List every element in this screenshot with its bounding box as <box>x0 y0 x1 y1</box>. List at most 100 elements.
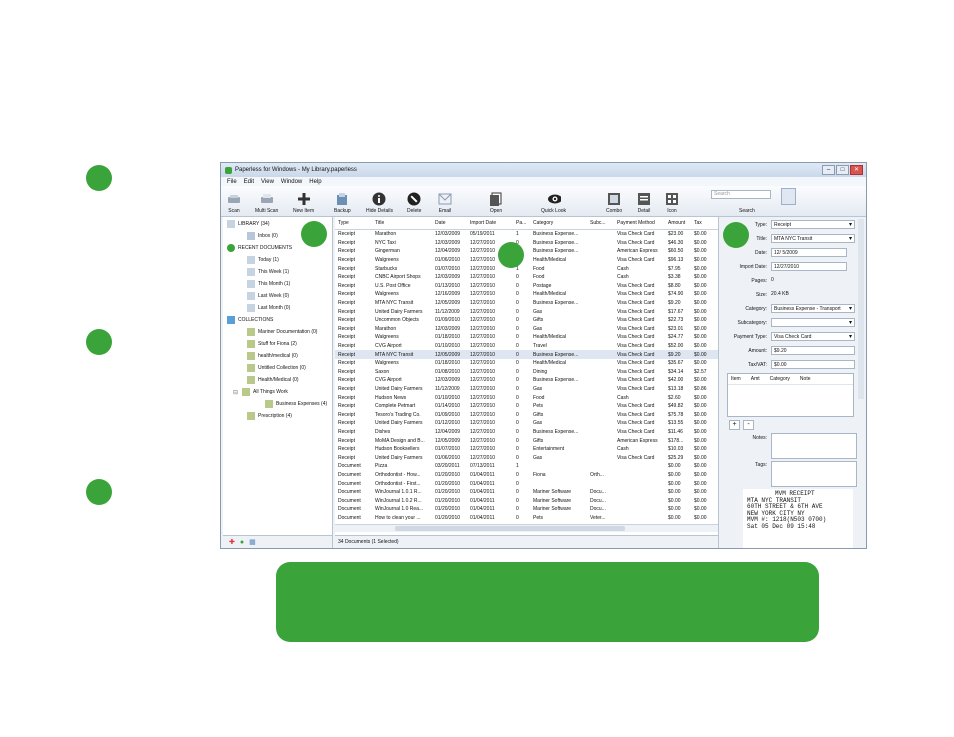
menu-view[interactable]: View <box>261 179 274 185</box>
table-row[interactable]: Document WinJournal 1.0 Rea... 01/20/2010 0… <box>335 505 718 514</box>
sidebar-item-stuff-for-fiona[interactable]: Stuff for Fiona (2) <box>247 340 297 348</box>
table-row[interactable]: Receipt CVG Airport 01/10/2010 12/27/2010 0 T… <box>335 342 718 351</box>
sidebar-library[interactable]: LIBRARY (34) <box>227 220 270 228</box>
sidebar-item-mariner-documentation[interactable]: Mariner Documentation (0) <box>247 328 317 336</box>
payment-type-dropdown[interactable]: Visa Check Card <box>771 332 855 341</box>
table-row[interactable]: Receipt United Dairy Farmers 01/06/2010 12/… <box>335 453 718 462</box>
sidebar-item-health-medical[interactable]: Health/Medical (0) <box>247 376 299 384</box>
column-header[interactable]: Payment Method <box>614 217 665 230</box>
type-dropdown[interactable]: Receipt <box>771 220 855 229</box>
sidebar-item-all-things-work[interactable]: ⊟ All Things Work <box>233 388 288 396</box>
table-row[interactable]: Receipt Walgreens 01/18/2010 12/27/2010 0 Hea… <box>335 333 718 342</box>
column-header[interactable]: Amount <box>665 217 691 230</box>
settings-grid-icon[interactable]: ▦ <box>249 538 256 546</box>
table-row[interactable]: ReceiptGingerman12/04/200912/27/20100Bus… <box>335 247 718 256</box>
sidebar-collections[interactable]: COLLECTIONS <box>227 316 273 324</box>
menu-help[interactable]: Help <box>309 179 321 185</box>
table-row[interactable]: Document Pizza 03/20/2011 07/13/2011 1 $0.00 $… <box>335 462 718 471</box>
icon-view-button[interactable]: Icon <box>665 192 679 216</box>
table-row[interactable]: ReceiptNYC Taxi12/03/200912/27/20100Busi… <box>335 239 718 248</box>
sidebar-item-today[interactable]: Today (1) <box>247 256 279 264</box>
table-row[interactable]: Document How to clean your ... 01/20/2010 0… <box>335 514 718 523</box>
multi-scan-button[interactable]: Multi Scan <box>255 192 278 216</box>
column-header[interactable]: Date <box>432 217 467 230</box>
amount-field[interactable]: $9.20 <box>771 346 855 355</box>
table-row[interactable]: Receipt Walgreens 12/16/2009 12/27/2010 0 Hea… <box>335 290 718 299</box>
table-row[interactable]: Receipt United Dairy Farmers 11/12/2009 12/… <box>335 385 718 394</box>
minimize-button[interactable]: – <box>822 165 835 175</box>
table-row[interactable]: Receipt Uncommon Objects 01/09/2010 12/27/2… <box>335 316 718 325</box>
hide-details-button[interactable]: Hide Details <box>366 192 393 216</box>
column-header[interactable]: Subc... <box>587 217 614 230</box>
table-row[interactable]: Receipt MTA NYC Transit 12/05/2009 12/27/20… <box>335 299 718 308</box>
maximize-button[interactable]: □ <box>836 165 849 175</box>
email-button[interactable]: Email <box>438 192 452 216</box>
title-field[interactable]: MTA NYC Transit <box>771 234 855 243</box>
sidebar-item-business-expenses[interactable]: Business Expenses (4) <box>265 400 327 408</box>
delete-button[interactable]: Delete <box>407 192 421 216</box>
search-input[interactable]: Search <box>711 190 771 199</box>
table-row[interactable]: Receipt Tesoro's Trading Co. 01/09/2010 12/… <box>335 410 718 419</box>
close-button[interactable]: ✕ <box>850 165 863 175</box>
sidebar-item-untitled-collection[interactable]: Untitled Collection (0) <box>247 364 306 372</box>
line-items-grid[interactable]: Item Amt Category Note <box>727 373 854 417</box>
menu-file[interactable]: File <box>227 179 237 185</box>
search-button[interactable]: Search <box>739 208 755 216</box>
table-row[interactable]: Receipt United Dairy Farmers 01/12/2010 12/… <box>335 419 718 428</box>
sidebar-item-last-week[interactable]: Last Week (0) <box>247 292 289 300</box>
sidebar-item-this-week[interactable]: This Week (1) <box>247 268 289 276</box>
table-row[interactable]: Receipt Saxon 01/08/2010 12/27/2010 0 Dining V… <box>335 368 718 377</box>
table-row[interactable]: Document Orthodontist - How... 01/20/2010 0… <box>335 471 718 480</box>
open-button[interactable]: Open <box>489 192 503 216</box>
column-header[interactable]: Category <box>530 217 587 230</box>
table-row[interactable]: Receipt CNBC Airport Shops 12/03/2009 12/27… <box>335 273 718 282</box>
detail-view-button[interactable]: Detail <box>637 192 651 216</box>
sidebar-recent-documents[interactable]: RECENT DOCUMENTS <box>227 244 292 252</box>
sidebar-inbox[interactable]: Inbox (0) <box>247 232 278 240</box>
column-header[interactable]: Import Date <box>467 217 513 230</box>
sidebar-item-last-month[interactable]: Last Month (0) <box>247 304 290 312</box>
tax-field[interactable]: $0.00 <box>771 360 855 369</box>
table-row[interactable]: Receipt U.S. Post Office 01/13/2010 12/27/2… <box>335 282 718 291</box>
menu-window[interactable]: Window <box>281 179 302 185</box>
scan-button[interactable]: Scan <box>227 192 241 216</box>
table-row[interactable]: Receipt CVG Airport 12/03/2009 12/27/2010 0 B… <box>335 376 718 385</box>
table-row[interactable]: Receipt Complete Petmart 01/14/2010 12/27/2… <box>335 402 718 411</box>
table-row[interactable]: Receipt Walgreens 01/18/2010 12/27/2010 0 Hea… <box>335 359 718 368</box>
tags-field[interactable] <box>771 461 857 487</box>
horizontal-scrollbar[interactable] <box>335 524 718 532</box>
details-scrollbar[interactable] <box>858 219 864 399</box>
date-field[interactable]: 12/ 5/2009 <box>771 248 847 257</box>
table-row[interactable]: Receipt MoMA Design and B... 12/05/2009 12/… <box>335 436 718 445</box>
table-row[interactable]: Receipt Marathon 12/03/2009 12/27/2010 0 Gas V… <box>335 325 718 334</box>
search-document-icon[interactable] <box>781 188 796 205</box>
table-row[interactable]: Document WinJournal 1.0.2 R... 01/20/2010 0… <box>335 496 718 505</box>
sidebar-item-this-month[interactable]: This Month (1) <box>247 280 290 288</box>
sidebar-item-prescription[interactable]: Prescription (4) <box>247 412 292 420</box>
import-date-field[interactable]: 12/27/2010 <box>771 262 847 271</box>
column-header[interactable]: Title <box>372 217 432 230</box>
backup-button[interactable]: Backup <box>334 192 351 216</box>
table-row[interactable]: Receipt Hudson Booksellers 01/07/2010 12/27… <box>335 445 718 454</box>
smart-collection-icon[interactable]: ● <box>240 539 244 546</box>
table-row[interactable]: Document WinJournal 1.0.1 R... 01/20/2010 0… <box>335 488 718 497</box>
sidebar-item-health-medical-lower[interactable]: health/medical (0) <box>247 352 298 360</box>
menu-edit[interactable]: Edit <box>244 179 254 185</box>
collapse-toggle-icon[interactable]: ⊟ <box>233 389 238 396</box>
table-row[interactable]: Receipt Starbucks 01/07/2010 12/27/2010 1 Foo… <box>335 264 718 273</box>
combo-view-button[interactable]: Combo <box>606 192 622 216</box>
table-row[interactable]: Receipt Marathon 12/03/2009 05/19/2011 1 Busi… <box>335 230 718 239</box>
notes-field[interactable] <box>771 433 857 459</box>
table-row[interactable]: ReceiptWalgreens01/06/201012/27/20100Hea… <box>335 256 718 265</box>
category-dropdown[interactable]: Business Expense - Transport <box>771 304 855 313</box>
table-row[interactable]: Receipt United Dairy Farmers 11/12/2009 12/… <box>335 307 718 316</box>
column-header[interactable]: Pa... <box>513 217 530 230</box>
add-line-item-button[interactable]: + <box>729 420 740 430</box>
column-header[interactable]: Type <box>335 217 372 230</box>
table-row[interactable]: Receipt Dishes 12/04/2009 12/27/2010 0 Busine… <box>335 428 718 437</box>
add-collection-icon[interactable]: ✚ <box>229 538 235 546</box>
column-header[interactable]: Tax <box>691 217 718 230</box>
scrollbar-thumb[interactable] <box>395 526 625 531</box>
table-row[interactable]: Document Orthodontist - First... 01/20/201… <box>335 479 718 488</box>
subcategory-dropdown[interactable] <box>771 318 855 327</box>
